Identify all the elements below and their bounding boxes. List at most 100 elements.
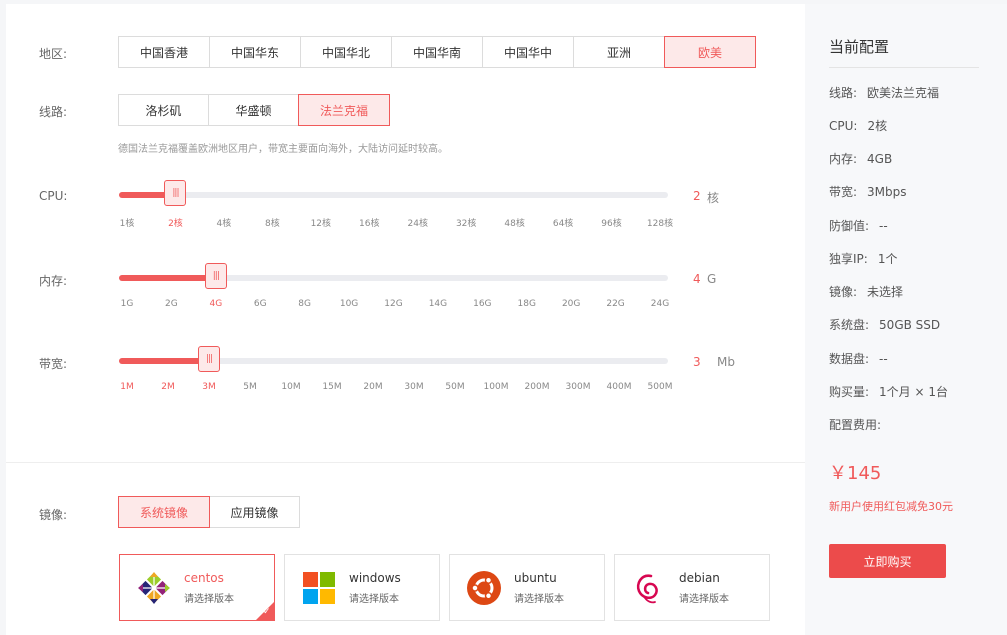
bandwidth-tick[interactable]: 2M bbox=[161, 382, 175, 392]
price: ￥145 bbox=[829, 463, 882, 484]
memory-tick[interactable]: 24G bbox=[651, 299, 669, 309]
tab-system-image[interactable]: 系统镜像 bbox=[118, 496, 210, 528]
region-label: 地区: bbox=[39, 47, 68, 61]
bandwidth-tick[interactable]: 20M bbox=[363, 382, 382, 392]
buy-now-button[interactable]: 立即购买 bbox=[829, 544, 946, 578]
os-name-ubuntu: ubuntu bbox=[514, 571, 557, 585]
region-option-central[interactable]: 中国华中 bbox=[482, 36, 574, 68]
centos-icon bbox=[134, 568, 174, 608]
bandwidth-tick[interactable]: 100M bbox=[484, 382, 509, 392]
section-divider bbox=[6, 462, 805, 463]
memory-tick[interactable]: 6G bbox=[254, 299, 267, 309]
cpu-label: CPU: bbox=[39, 189, 68, 203]
bandwidth-tick[interactable]: 30M bbox=[404, 382, 423, 392]
summary-row-cpu: CPU: 2核 bbox=[829, 119, 888, 133]
cpu-ticks: 1核 2核 4核 8核 12核 16核 24核 32核 48核 64核 96核 128核 bbox=[119, 216, 673, 230]
memory-tick[interactable]: 2G bbox=[165, 299, 178, 309]
region-option-south[interactable]: 中国华南 bbox=[391, 36, 483, 68]
image-label: 镜像: bbox=[39, 508, 68, 522]
promo-text: 新用户使用红包减免30元 bbox=[829, 500, 953, 513]
os-version-centos: 请选择版本 bbox=[184, 594, 234, 605]
region-option-asia[interactable]: 亚洲 bbox=[573, 36, 665, 68]
bandwidth-tick[interactable]: 400M bbox=[607, 382, 632, 392]
cpu-tick[interactable]: 24核 bbox=[407, 216, 427, 229]
region-option-north[interactable]: 中国华北 bbox=[300, 36, 392, 68]
cpu-unit: 核 bbox=[707, 191, 720, 205]
bandwidth-tick[interactable]: 3M bbox=[202, 382, 216, 392]
os-name-windows: windows bbox=[349, 571, 401, 585]
cpu-tick[interactable]: 2核 bbox=[168, 216, 183, 229]
line-option-losangeles[interactable]: 洛杉矶 bbox=[118, 94, 209, 126]
line-label: 线路: bbox=[39, 105, 68, 119]
region-option-east[interactable]: 中国华东 bbox=[209, 36, 301, 68]
os-name-debian: debian bbox=[679, 571, 720, 585]
line-hint: 德国法兰克福覆盖欧洲地区用户，带宽主要面向海外，大陆访问延时较高。 bbox=[118, 144, 448, 155]
memory-slider-fill bbox=[119, 275, 216, 281]
cpu-tick[interactable]: 96核 bbox=[601, 216, 621, 229]
cpu-tick[interactable]: 32核 bbox=[456, 216, 476, 229]
memory-tick[interactable]: 1G bbox=[121, 299, 134, 309]
summary-row-line: 线路: 欧美法兰克福 bbox=[829, 86, 940, 100]
os-version-windows: 请选择版本 bbox=[349, 594, 399, 605]
summary-row-cost: 配置费用: bbox=[829, 418, 882, 432]
memory-ticks: 1G 2G 4G 6G 8G 10G 12G 14G 16G 18G 20G 22G 24G bbox=[119, 299, 670, 313]
bandwidth-tick[interactable]: 5M bbox=[243, 382, 257, 392]
cpu-tick[interactable]: 48核 bbox=[504, 216, 524, 229]
memory-slider[interactable]: ||| bbox=[119, 263, 668, 289]
cpu-tick[interactable]: 128核 bbox=[647, 216, 673, 229]
memory-tick[interactable]: 10G bbox=[340, 299, 358, 309]
memory-tick[interactable]: 8G bbox=[298, 299, 311, 309]
os-version-debian: 请选择版本 bbox=[679, 594, 729, 605]
summary-row-bandwidth: 带宽: 3Mbps bbox=[829, 185, 907, 199]
debian-icon bbox=[629, 568, 669, 608]
bandwidth-tick[interactable]: 500M bbox=[648, 382, 673, 392]
os-version-ubuntu: 请选择版本 bbox=[514, 594, 564, 605]
memory-unit: G bbox=[707, 272, 717, 286]
bandwidth-tick[interactable]: 300M bbox=[566, 382, 591, 392]
memory-tick[interactable]: 18G bbox=[518, 299, 536, 309]
summary-sidebar: 当前配置 线路: 欧美法兰克福 CPU: 2核 内存: 4GB 带宽: 3Mbps 防御… bbox=[805, 4, 1007, 635]
bandwidth-slider[interactable]: ||| bbox=[119, 346, 668, 372]
summary-row-quantity: 购买量: 1个月 × 1台 bbox=[829, 385, 949, 399]
region-selector: 中国香港 中国华东 中国华北 中国华南 中国华中 亚洲 欧美 bbox=[118, 36, 756, 68]
bandwidth-value: 3 bbox=[693, 355, 701, 369]
cpu-tick[interactable]: 1核 bbox=[120, 216, 135, 229]
summary-row-defense: 防御值: -- bbox=[829, 219, 888, 233]
bandwidth-tick[interactable]: 1M bbox=[120, 382, 134, 392]
bandwidth-tick[interactable]: 10M bbox=[281, 382, 300, 392]
selected-check-icon: ✓ bbox=[256, 602, 274, 620]
summary-row-image: 镜像: 未选择 bbox=[829, 285, 904, 299]
cpu-tick[interactable]: 8核 bbox=[265, 216, 280, 229]
region-option-euam[interactable]: 欧美 bbox=[664, 36, 756, 68]
summary-divider bbox=[829, 67, 979, 68]
memory-tick[interactable]: 20G bbox=[562, 299, 580, 309]
bandwidth-slider-handle[interactable]: ||| bbox=[198, 346, 220, 372]
bandwidth-tick[interactable]: 50M bbox=[445, 382, 464, 392]
summary-row-memory: 内存: 4GB bbox=[829, 152, 893, 166]
cpu-tick[interactable]: 64核 bbox=[553, 216, 573, 229]
os-card-ubuntu[interactable]: ubuntu 请选择版本 bbox=[449, 554, 605, 621]
os-card-centos[interactable]: centos 请选择版本 ✓ bbox=[119, 554, 275, 621]
bandwidth-tick[interactable]: 200M bbox=[525, 382, 550, 392]
cpu-slider[interactable]: ||| bbox=[119, 180, 668, 206]
line-selector: 洛杉矶 华盛顿 法兰克福 bbox=[118, 94, 390, 126]
os-name-centos: centos bbox=[184, 571, 224, 585]
memory-tick[interactable]: 14G bbox=[429, 299, 447, 309]
line-option-frankfurt[interactable]: 法兰克福 bbox=[298, 94, 390, 126]
region-option-hk[interactable]: 中国香港 bbox=[118, 36, 210, 68]
bandwidth-tick[interactable]: 15M bbox=[322, 382, 341, 392]
cpu-tick[interactable]: 4核 bbox=[217, 216, 232, 229]
cpu-slider-handle[interactable]: ||| bbox=[164, 180, 187, 206]
memory-tick[interactable]: 16G bbox=[473, 299, 491, 309]
memory-tick[interactable]: 12G bbox=[384, 299, 402, 309]
os-card-debian[interactable]: debian 请选择版本 bbox=[614, 554, 770, 621]
tab-app-image[interactable]: 应用镜像 bbox=[209, 496, 300, 528]
memory-tick[interactable]: 4G bbox=[209, 299, 222, 309]
summary-row-system-disk: 系统盘: 50GB SSD bbox=[829, 318, 941, 332]
os-card-windows[interactable]: windows 请选择版本 bbox=[284, 554, 440, 621]
memory-slider-handle[interactable]: ||| bbox=[204, 263, 227, 289]
line-option-washington[interactable]: 华盛顿 bbox=[208, 94, 299, 126]
cpu-tick[interactable]: 12核 bbox=[311, 216, 331, 229]
memory-tick[interactable]: 22G bbox=[606, 299, 624, 309]
cpu-tick[interactable]: 16核 bbox=[359, 216, 379, 229]
